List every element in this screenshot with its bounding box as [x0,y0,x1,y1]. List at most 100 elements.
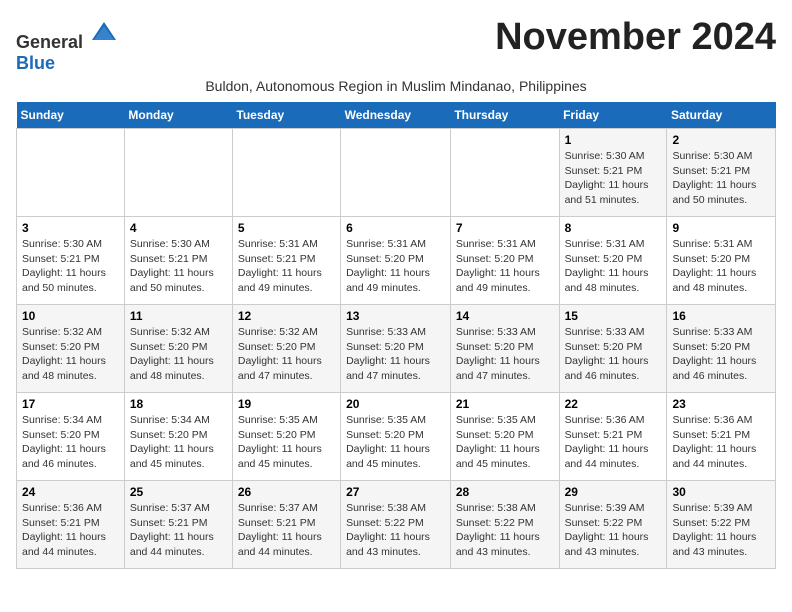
day-cell [450,129,559,217]
day-number: 1 [565,133,662,147]
logo: General Blue [16,20,118,74]
day-number: 9 [672,221,770,235]
day-info: Sunrise: 5:31 AM Sunset: 5:20 PM Dayligh… [565,237,662,296]
day-cell: 20 Sunrise: 5:35 AM Sunset: 5:20 PM Dayli… [341,393,451,481]
day-number: 24 [22,485,119,499]
day-cell: 17 Sunrise: 5:34 AM Sunset: 5:20 PM Dayli… [17,393,125,481]
day-number: 14 [456,309,554,323]
day-info: Sunrise: 5:31 AM Sunset: 5:20 PM Dayligh… [456,237,554,296]
day-cell: 12 Sunrise: 5:32 AM Sunset: 5:20 PM Dayli… [232,305,340,393]
day-number: 6 [346,221,445,235]
day-number: 13 [346,309,445,323]
day-cell [17,129,125,217]
day-number: 21 [456,397,554,411]
logo-icon [90,20,118,48]
day-cell: 11 Sunrise: 5:32 AM Sunset: 5:20 PM Dayli… [124,305,232,393]
day-info: Sunrise: 5:30 AM Sunset: 5:21 PM Dayligh… [22,237,119,296]
day-number: 2 [672,133,770,147]
day-cell: 7Sunrise: 5:31 AM Sunset: 5:20 PM Daylig… [450,217,559,305]
header-tuesday: Tuesday [232,102,340,129]
day-number: 12 [238,309,335,323]
header-wednesday: Wednesday [341,102,451,129]
day-cell: 2 Sunrise: 5:30 AM Sunset: 5:21 PM Daylig… [667,129,776,217]
day-number: 15 [565,309,662,323]
day-info: Sunrise: 5:35 AM Sunset: 5:20 PM Dayligh… [346,413,445,472]
day-cell: 25 Sunrise: 5:37 AM Sunset: 5:21 PM Dayli… [124,481,232,569]
day-cell: 9 Sunrise: 5:31 AM Sunset: 5:20 PM Daylig… [667,217,776,305]
day-info: Sunrise: 5:39 AM Sunset: 5:22 PM Dayligh… [672,501,770,560]
header-sunday: Sunday [17,102,125,129]
day-number: 19 [238,397,335,411]
day-number: 18 [130,397,227,411]
day-cell: 24 Sunrise: 5:36 AM Sunset: 5:21 PM Dayli… [17,481,125,569]
month-title: November 2024 [495,16,776,59]
day-info: Sunrise: 5:30 AM Sunset: 5:21 PM Dayligh… [565,149,662,208]
day-cell: 3Sunrise: 5:30 AM Sunset: 5:21 PM Daylig… [17,217,125,305]
day-cell: 1 Sunrise: 5:30 AM Sunset: 5:21 PM Daylig… [559,129,667,217]
day-number: 28 [456,485,554,499]
day-number: 11 [130,309,227,323]
day-number: 27 [346,485,445,499]
day-cell: 27 Sunrise: 5:38 AM Sunset: 5:22 PM Dayli… [341,481,451,569]
logo-general: General [16,32,83,52]
day-number: 10 [22,309,119,323]
day-info: Sunrise: 5:32 AM Sunset: 5:20 PM Dayligh… [238,325,335,384]
day-info: Sunrise: 5:36 AM Sunset: 5:21 PM Dayligh… [672,413,770,472]
day-number: 5 [238,221,335,235]
day-info: Sunrise: 5:32 AM Sunset: 5:20 PM Dayligh… [22,325,119,384]
day-info: Sunrise: 5:34 AM Sunset: 5:20 PM Dayligh… [130,413,227,472]
day-cell: 21 Sunrise: 5:35 AM Sunset: 5:20 PM Dayli… [450,393,559,481]
day-info: Sunrise: 5:34 AM Sunset: 5:20 PM Dayligh… [22,413,119,472]
day-number: 30 [672,485,770,499]
day-number: 22 [565,397,662,411]
header: General Blue November 2024 [16,16,776,74]
day-number: 20 [346,397,445,411]
day-cell: 29Sunrise: 5:39 AM Sunset: 5:22 PM Dayli… [559,481,667,569]
day-cell: 26 Sunrise: 5:37 AM Sunset: 5:21 PM Dayli… [232,481,340,569]
day-info: Sunrise: 5:35 AM Sunset: 5:20 PM Dayligh… [456,413,554,472]
subtitle: Buldon, Autonomous Region in Muslim Mind… [16,78,776,94]
day-number: 17 [22,397,119,411]
day-info: Sunrise: 5:37 AM Sunset: 5:21 PM Dayligh… [238,501,335,560]
day-info: Sunrise: 5:33 AM Sunset: 5:20 PM Dayligh… [672,325,770,384]
day-info: Sunrise: 5:31 AM Sunset: 5:21 PM Dayligh… [238,237,335,296]
week-row-3: 10 Sunrise: 5:32 AM Sunset: 5:20 PM Dayli… [17,305,776,393]
day-cell [341,129,451,217]
day-info: Sunrise: 5:36 AM Sunset: 5:21 PM Dayligh… [22,501,119,560]
day-cell: 6 Sunrise: 5:31 AM Sunset: 5:20 PM Daylig… [341,217,451,305]
week-row-1: 1 Sunrise: 5:30 AM Sunset: 5:21 PM Daylig… [17,129,776,217]
week-row-4: 17 Sunrise: 5:34 AM Sunset: 5:20 PM Dayli… [17,393,776,481]
day-cell [124,129,232,217]
day-cell: 19 Sunrise: 5:35 AM Sunset: 5:20 PM Dayli… [232,393,340,481]
header-monday: Monday [124,102,232,129]
day-number: 8 [565,221,662,235]
day-number: 4 [130,221,227,235]
calendar-header-row: SundayMondayTuesdayWednesdayThursdayFrid… [17,102,776,129]
day-cell: 23Sunrise: 5:36 AM Sunset: 5:21 PM Dayli… [667,393,776,481]
day-info: Sunrise: 5:30 AM Sunset: 5:21 PM Dayligh… [672,149,770,208]
day-cell: 13 Sunrise: 5:33 AM Sunset: 5:20 PM Dayli… [341,305,451,393]
day-info: Sunrise: 5:35 AM Sunset: 5:20 PM Dayligh… [238,413,335,472]
day-info: Sunrise: 5:32 AM Sunset: 5:20 PM Dayligh… [130,325,227,384]
day-info: Sunrise: 5:38 AM Sunset: 5:22 PM Dayligh… [346,501,445,560]
day-info: Sunrise: 5:31 AM Sunset: 5:20 PM Dayligh… [672,237,770,296]
day-cell: 22Sunrise: 5:36 AM Sunset: 5:21 PM Dayli… [559,393,667,481]
day-cell: 30 Sunrise: 5:39 AM Sunset: 5:22 PM Dayli… [667,481,776,569]
day-info: Sunrise: 5:31 AM Sunset: 5:20 PM Dayligh… [346,237,445,296]
header-friday: Friday [559,102,667,129]
day-number: 26 [238,485,335,499]
day-cell: 28Sunrise: 5:38 AM Sunset: 5:22 PM Dayli… [450,481,559,569]
day-info: Sunrise: 5:33 AM Sunset: 5:20 PM Dayligh… [456,325,554,384]
day-info: Sunrise: 5:33 AM Sunset: 5:20 PM Dayligh… [565,325,662,384]
day-number: 25 [130,485,227,499]
day-info: Sunrise: 5:37 AM Sunset: 5:21 PM Dayligh… [130,501,227,560]
week-row-5: 24 Sunrise: 5:36 AM Sunset: 5:21 PM Dayli… [17,481,776,569]
day-cell: 4Sunrise: 5:30 AM Sunset: 5:21 PM Daylig… [124,217,232,305]
day-cell: 5 Sunrise: 5:31 AM Sunset: 5:21 PM Daylig… [232,217,340,305]
logo-blue: Blue [16,53,55,73]
day-info: Sunrise: 5:33 AM Sunset: 5:20 PM Dayligh… [346,325,445,384]
day-cell: 8 Sunrise: 5:31 AM Sunset: 5:20 PM Daylig… [559,217,667,305]
calendar-table: SundayMondayTuesdayWednesdayThursdayFrid… [16,102,776,569]
day-cell: 14 Sunrise: 5:33 AM Sunset: 5:20 PM Dayli… [450,305,559,393]
day-cell [232,129,340,217]
